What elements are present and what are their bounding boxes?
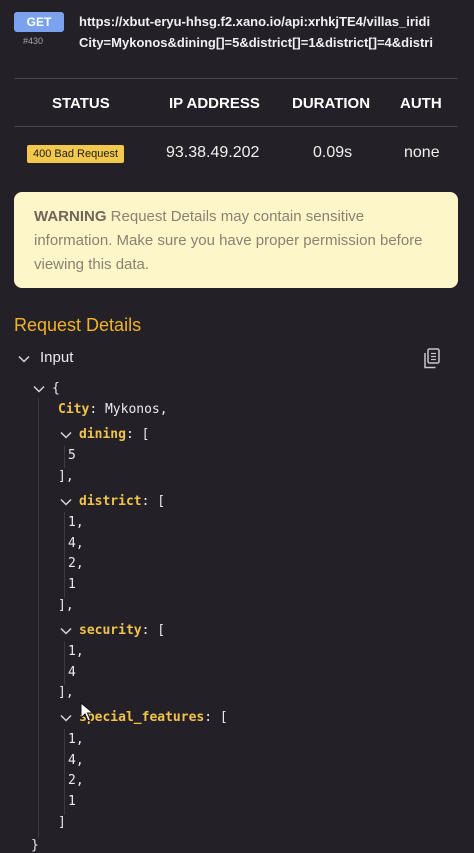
json-line-city: City: Mykonos, <box>58 402 168 417</box>
json-line-dining: dining: [ <box>79 427 150 442</box>
json-array-open: [ <box>157 494 166 509</box>
json-value-dining-0: 5 <box>68 448 76 463</box>
json-value-special-0: 1, <box>68 732 84 747</box>
chevron-down-icon[interactable] <box>60 429 72 441</box>
json-array-close: ], <box>58 685 74 700</box>
status-badge: 400 Bad Request <box>27 145 125 163</box>
indent-guide <box>64 729 65 815</box>
json-key-city: City <box>58 402 90 417</box>
table-top-divider <box>14 78 458 79</box>
json-value-special-2: 2, <box>68 773 84 788</box>
json-value-special-1: 4, <box>68 753 84 768</box>
warning-banner: WARNING Request Details may contain sens… <box>14 192 458 288</box>
request-url-line-1: https://xbut-eryu-hhsg.f2.xano.io/api:xr… <box>79 14 431 29</box>
json-array-close: ] <box>58 815 66 830</box>
duration-value: 0.09s <box>313 144 353 161</box>
header-status: STATUS <box>52 95 110 112</box>
json-array-open: [ <box>219 710 228 725</box>
chevron-down-icon[interactable] <box>18 353 30 365</box>
auth-value: none <box>404 144 440 161</box>
request-url[interactable]: https://xbut-eryu-hhsg.f2.xano.io/api:xr… <box>79 11 474 53</box>
json-value-security-1: 4 <box>68 665 76 680</box>
chevron-down-icon[interactable] <box>60 712 72 724</box>
json-value-district-2: 2, <box>68 556 84 571</box>
request-id: #430 <box>23 36 44 46</box>
indent-guide <box>38 398 39 838</box>
json-array-close: ], <box>58 469 74 484</box>
request-details-title: Request Details <box>14 315 142 335</box>
json-value-city: Mykonos, <box>104 402 168 417</box>
chevron-down-icon[interactable] <box>60 496 72 508</box>
request-header: GET #430 https://xbut-eryu-hhsg.f2.xano.… <box>0 0 474 55</box>
json-key-district: district <box>79 494 142 509</box>
json-key-special-features: special_features <box>79 710 205 725</box>
json-line-special-features: special_features: [ <box>79 710 228 725</box>
input-section-toggle[interactable]: Input <box>14 348 458 370</box>
json-key-dining: dining <box>79 427 126 442</box>
json-key-security: security <box>79 623 142 638</box>
json-array-open: [ <box>157 623 166 638</box>
json-line-security: security: [ <box>79 623 166 638</box>
chevron-down-icon[interactable] <box>60 625 72 637</box>
json-open-brace: { <box>52 381 60 396</box>
header-duration: DURATION <box>292 95 371 112</box>
warning-label: WARNING <box>34 208 107 225</box>
indent-guide <box>64 642 65 685</box>
json-line-district: district: [ <box>79 494 166 509</box>
json-value-district-1: 4, <box>68 536 84 551</box>
indent-guide <box>64 512 65 598</box>
json-value-district-0: 1, <box>68 515 84 530</box>
request-url-line-2: City=Mykonos&dining[]=5&district[]=1&dis… <box>79 35 433 50</box>
json-value-district-3: 1 <box>68 577 76 592</box>
json-value-security-0: 1, <box>68 644 84 659</box>
mouse-cursor-icon <box>80 702 94 722</box>
indent-guide <box>64 446 65 468</box>
json-array-close: ], <box>58 598 74 613</box>
chevron-down-icon[interactable] <box>33 383 45 395</box>
ip-address-value: 93.38.49.202 <box>166 144 260 161</box>
header-auth: AUTH <box>400 95 442 112</box>
json-value-special-3: 1 <box>68 794 76 809</box>
method-badge: GET <box>14 12 64 32</box>
copy-icon[interactable] <box>422 348 442 370</box>
json-close-brace: } <box>31 838 39 853</box>
table-header-divider <box>14 126 458 127</box>
header-ip-address: IP ADDRESS <box>169 95 260 112</box>
json-array-open: [ <box>141 427 150 442</box>
input-label: Input <box>40 349 74 366</box>
